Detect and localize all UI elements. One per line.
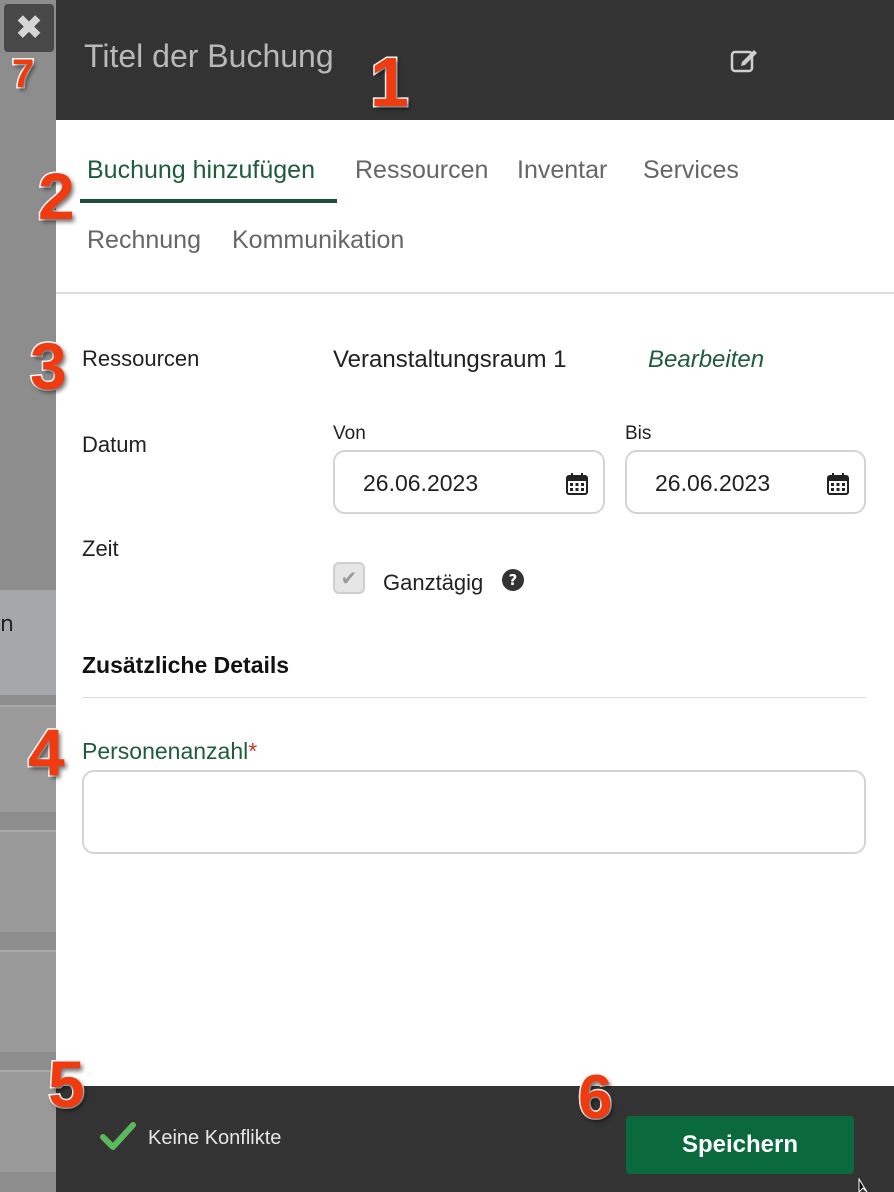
all-day-checkbox[interactable]: ✔ [333,562,365,594]
edit-icon[interactable] [730,46,760,74]
background-text-fragment: n [0,612,14,637]
close-icon: ✖ [14,8,44,48]
people-count-label-text: Personenanzahl [82,738,249,764]
active-tab-indicator [80,199,337,203]
background-row [0,950,56,1052]
close-button[interactable]: ✖ [4,4,54,52]
callout-4: 4 [27,714,67,791]
callout-5: 5 [47,1046,87,1123]
callout-3: 3 [29,328,69,405]
panel-header: Titel der Buchung [56,0,894,120]
callout-1: 1 [369,42,411,123]
edit-resources-link[interactable]: Bearbeiten [648,346,764,374]
save-button[interactable]: Speichern [626,1116,854,1174]
tab-ressourcen[interactable]: Ressourcen [355,156,488,185]
conflict-status: Keine Konflikte [148,1127,282,1149]
tab-buchung-hinzufuegen[interactable]: Buchung hinzufügen [87,156,315,185]
panel-footer: Keine Konflikte Speichern [56,1086,894,1192]
calendar-icon[interactable] [565,472,589,496]
people-count-input[interactable] [82,770,866,854]
people-count-label: Personenanzahl* [82,738,257,765]
calendar-icon[interactable] [826,472,850,496]
to-date-value: 26.06.2023 [655,470,771,496]
date-label: Datum [82,432,147,457]
tab-rechnung[interactable]: Rechnung [87,226,201,255]
tab-services[interactable]: Services [643,156,739,185]
callout-2: 2 [37,158,77,235]
background-row [0,590,56,695]
additional-details-heading: Zusätzliche Details [82,652,290,678]
required-marker: * [248,738,258,764]
callout-7: 7 [10,51,35,98]
mouse-cursor-icon [858,1178,868,1192]
booking-title[interactable]: Titel der Buchung [84,38,334,75]
resources-value: Veranstaltungsraum 1 [333,346,567,373]
background-row [0,830,56,932]
all-day-label: Ganztägig [383,570,484,595]
from-date-value: 26.06.2023 [363,470,479,496]
tab-bar: Buchung hinzufügen Ressourcen Inventar S… [56,120,894,294]
callout-6: 6 [576,1062,614,1134]
checkmark-icon: ✔ [340,566,358,590]
to-date-field[interactable]: 26.06.2023 [625,450,866,514]
help-icon[interactable]: ? [502,569,524,591]
from-label: Von [333,423,366,444]
time-label: Zeit [82,536,119,561]
section-divider [82,697,866,698]
to-label: Bis [625,423,652,444]
booking-panel: Titel der Buchung Buchung hinzufügen Res… [56,0,894,1192]
from-date-field[interactable]: 26.06.2023 [333,450,605,514]
tab-kommunikation[interactable]: Kommunikation [232,226,404,255]
checkmark-icon [100,1122,136,1150]
tab-inventar[interactable]: Inventar [517,156,607,185]
resources-label: Ressourcen [82,346,200,371]
